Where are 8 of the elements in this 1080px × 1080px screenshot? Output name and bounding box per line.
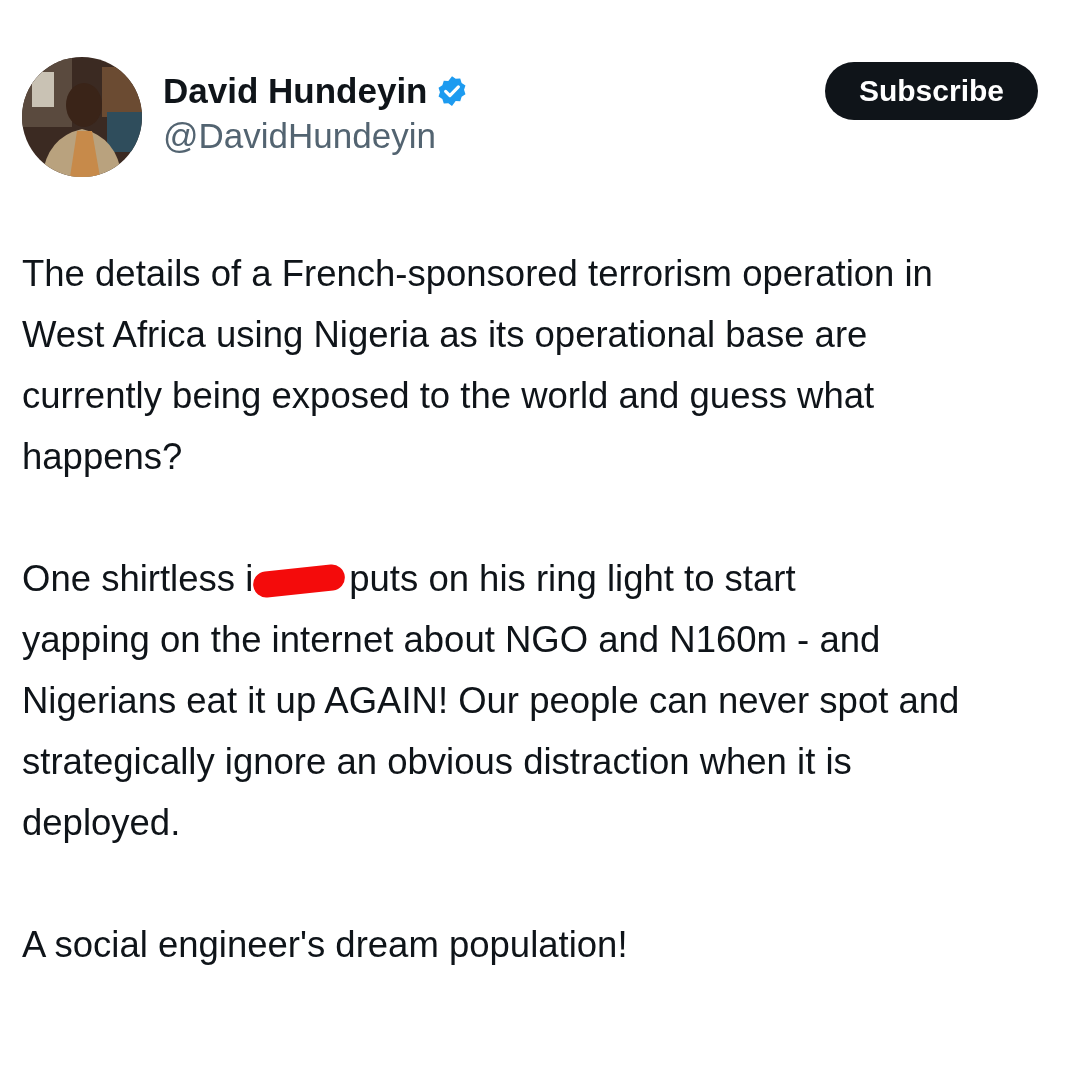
subscribe-button[interactable]: Subscribe <box>824 62 1038 120</box>
tweet-text: The details of a French-sponsored terrorism operation in West Africa using Nigeria as its operational base are currently being exposed to the world and guess what happens? <box>22 252 934 479</box>
tweet-text: One shirtless i <box>22 557 254 601</box>
tweet-text: yapping on the internet about NGO and N160m - and Nigerians eat it up AGAIN! Our people can never spot and strategically ignore an obvious distraction when it is deployed. <box>22 618 961 845</box>
author-name[interactable]: David Hundeyin <box>163 69 428 113</box>
tweet-text: A social engineer's dream population! <box>22 923 629 967</box>
author-handle[interactable]: @DavidHundeyin <box>163 113 470 159</box>
tweet-text: puts on his ring light to start <box>349 557 796 601</box>
